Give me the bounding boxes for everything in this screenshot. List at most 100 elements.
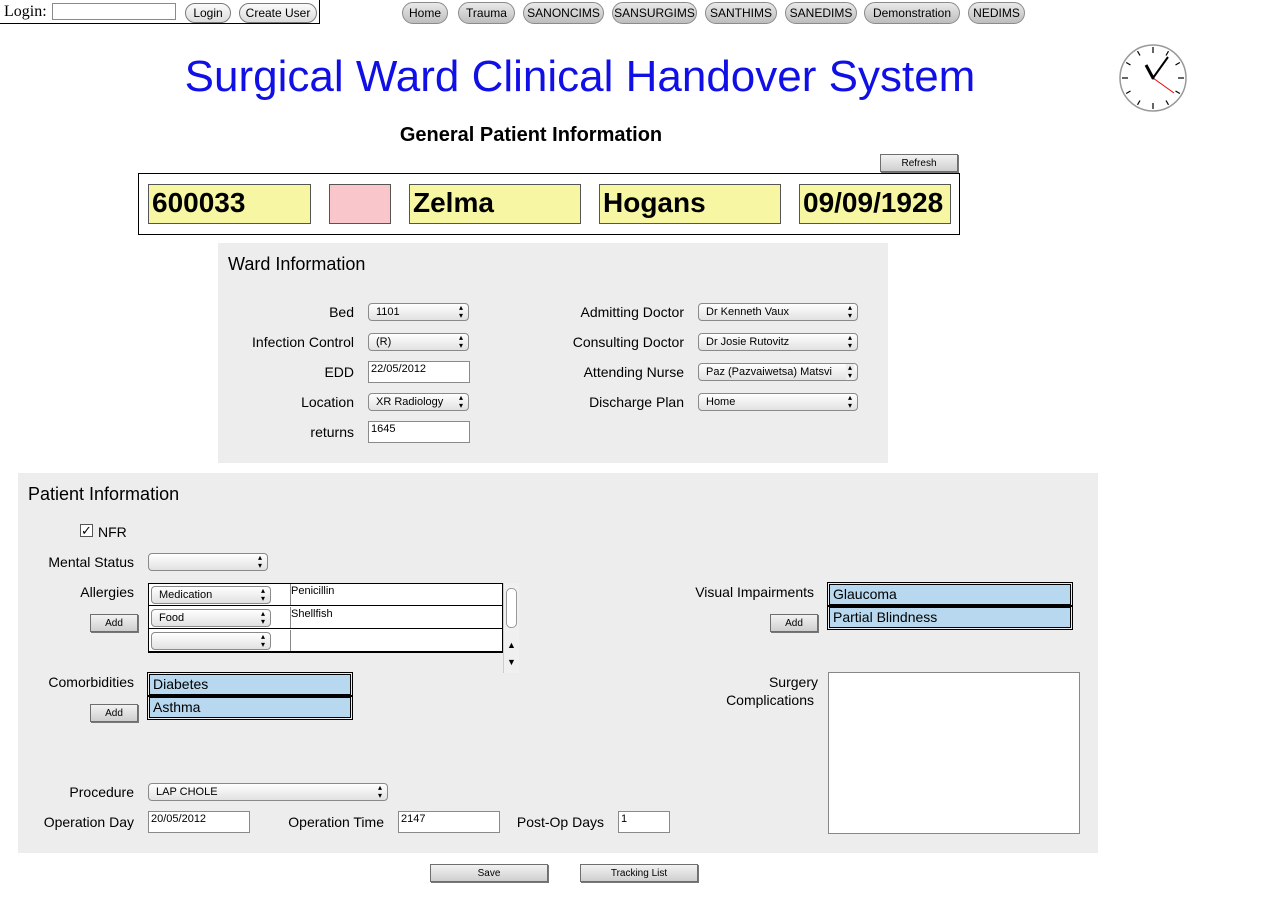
location-value: XR Radiology bbox=[376, 396, 444, 408]
table-row: Medication ▴ ▾ Penicillin bbox=[149, 584, 502, 606]
operation-time-input[interactable]: 2147 bbox=[398, 811, 500, 833]
select-arrows-icon: ▴ ▾ bbox=[257, 553, 262, 570]
consulting-doctor-select[interactable]: Dr Josie Rutovitz ▴ ▾ bbox=[698, 333, 858, 351]
surgery-complications-textarea[interactable] bbox=[828, 672, 1080, 834]
save-button[interactable]: Save bbox=[430, 864, 548, 882]
page-title: Surgical Ward Clinical Handover System bbox=[184, 52, 976, 101]
mental-status-label: Mental Status bbox=[48, 554, 134, 570]
nav-trauma[interactable]: Trauma bbox=[458, 2, 515, 24]
bed-label: Bed bbox=[329, 304, 354, 320]
select-arrows-icon: ▴ ▾ bbox=[847, 303, 852, 320]
mental-status-select[interactable]: ▴ ▾ bbox=[148, 553, 268, 571]
discharge-plan-label: Discharge Plan bbox=[589, 394, 684, 410]
allergy-type-select[interactable]: Food ▴ ▾ bbox=[151, 609, 271, 627]
location-label: Location bbox=[301, 394, 354, 410]
select-arrows-icon: ▴ ▾ bbox=[847, 393, 852, 410]
edd-label: EDD bbox=[324, 364, 354, 380]
surgery-complications-label-1: Surgery bbox=[768, 674, 818, 690]
bed-value: 1101 bbox=[376, 306, 400, 318]
select-arrows-icon: ▴ ▾ bbox=[260, 609, 265, 626]
infection-control-label: Infection Control bbox=[252, 334, 354, 350]
select-arrows-icon: ▴ ▾ bbox=[458, 393, 463, 410]
select-arrows-icon: ▴ ▾ bbox=[458, 303, 463, 320]
nav-santhims[interactable]: SANTHIMS bbox=[705, 2, 777, 24]
post-op-days-input[interactable]: 1 bbox=[618, 811, 670, 833]
comorbidity-item[interactable]: Diabetes bbox=[147, 672, 353, 697]
select-arrows-icon: ▴ ▾ bbox=[458, 333, 463, 350]
admitting-doctor-select[interactable]: Dr Kenneth Vaux ▴ ▾ bbox=[698, 303, 858, 321]
procedure-value: LAP CHOLE bbox=[156, 786, 218, 798]
edd-input[interactable]: 22/05/2012 bbox=[368, 361, 470, 383]
allergies-table: Medication ▴ ▾ Penicillin Food ▴ ▾ Shellfish… bbox=[148, 583, 503, 653]
scroll-up-icon[interactable]: ▲ bbox=[507, 640, 516, 650]
login-button[interactable]: Login bbox=[185, 3, 231, 23]
visual-impairment-item[interactable]: Glaucoma bbox=[827, 582, 1073, 607]
admitting-doctor-label: Admitting Doctor bbox=[580, 304, 684, 320]
select-arrows-icon: ▴ ▾ bbox=[260, 632, 265, 649]
discharge-plan-select[interactable]: Home ▴ ▾ bbox=[698, 393, 858, 411]
infection-control-select[interactable]: (R) ▴ ▾ bbox=[368, 333, 469, 351]
checkmark-icon: ✓ bbox=[81, 523, 92, 538]
bed-select[interactable]: 1101 ▴ ▾ bbox=[368, 303, 469, 321]
add-visual-impairment-button[interactable]: Add bbox=[770, 614, 818, 632]
scrollbar-thumb[interactable] bbox=[506, 588, 517, 628]
nav-demonstration[interactable]: Demonstration bbox=[864, 2, 960, 24]
procedure-select[interactable]: LAP CHOLE ▴ ▾ bbox=[148, 783, 388, 801]
patient-info-title: Patient Information bbox=[28, 484, 180, 504]
consulting-doctor-value: Dr Josie Rutovitz bbox=[706, 336, 790, 348]
table-row: Food ▴ ▾ Shellfish bbox=[149, 607, 502, 629]
attending-nurse-select[interactable]: Paz (Pazvaiwetsa) Matsvi ▴ ▾ bbox=[698, 363, 858, 381]
add-comorbidity-button[interactable]: Add bbox=[90, 704, 138, 722]
operation-time-label: Operation Time bbox=[288, 814, 384, 830]
returns-input[interactable]: 1645 bbox=[368, 421, 470, 443]
allergy-value[interactable]: Shellfish bbox=[291, 608, 333, 620]
attending-nurse-label: Attending Nurse bbox=[583, 364, 684, 380]
operation-day-input[interactable]: 20/05/2012 bbox=[148, 811, 250, 833]
nav-sansurgims[interactable]: SANSURGIMS bbox=[612, 2, 697, 24]
allergies-label: Allergies bbox=[80, 584, 134, 600]
consulting-doctor-label: Consulting Doctor bbox=[572, 334, 684, 350]
table-row: ▴ ▾ bbox=[149, 630, 502, 652]
allergy-type-select[interactable]: Medication ▴ ▾ bbox=[151, 586, 271, 604]
allergies-scrollbar[interactable]: ▲ ▼ bbox=[503, 583, 519, 673]
nav-home[interactable]: Home bbox=[402, 2, 448, 24]
allergy-value[interactable]: Penicillin bbox=[291, 585, 334, 597]
ward-info-title: Ward Information bbox=[228, 254, 366, 274]
login-label: Login: bbox=[4, 3, 47, 20]
surgery-complications-label-2: Complications bbox=[726, 692, 814, 708]
select-arrows-icon: ▴ ▾ bbox=[847, 333, 852, 350]
nfr-label: NFR bbox=[98, 524, 127, 540]
allergy-type-value: Food bbox=[159, 612, 185, 624]
refresh-button[interactable]: Refresh bbox=[880, 154, 958, 172]
nav-nedims[interactable]: NEDIMS bbox=[968, 2, 1025, 24]
infection-control-value: (R) bbox=[376, 336, 392, 348]
post-op-days-label: Post-Op Days bbox=[516, 814, 604, 830]
divider bbox=[290, 630, 291, 651]
nav-sanoncims[interactable]: SANONCIMS bbox=[523, 2, 604, 24]
select-arrows-icon: ▴ ▾ bbox=[260, 586, 265, 603]
login-input[interactable] bbox=[52, 3, 176, 20]
create-user-button[interactable]: Create User bbox=[239, 3, 317, 23]
tracking-list-button[interactable]: Tracking List bbox=[580, 864, 698, 882]
select-arrows-icon: ▴ ▾ bbox=[377, 783, 382, 800]
comorbidity-item[interactable]: Asthma bbox=[147, 695, 353, 720]
discharge-plan-value: Home bbox=[706, 396, 736, 408]
visual-impairment-item[interactable]: Partial Blindness bbox=[827, 605, 1073, 630]
allergy-type-select[interactable]: ▴ ▾ bbox=[151, 632, 271, 650]
patient-last-name: Hogans bbox=[599, 184, 781, 224]
returns-label: returns bbox=[310, 424, 354, 440]
nav-sanedims[interactable]: SANEDIMS bbox=[785, 2, 857, 24]
admitting-doctor-value: Dr Kenneth Vaux bbox=[706, 306, 789, 318]
section-title: General Patient Information bbox=[399, 124, 663, 146]
allergy-type-value: Medication bbox=[159, 589, 213, 601]
scroll-down-icon[interactable]: ▼ bbox=[507, 657, 516, 667]
patient-flag bbox=[329, 184, 391, 224]
patient-dob: 09/09/1928 bbox=[799, 184, 951, 224]
nfr-checkbox[interactable]: ✓ bbox=[80, 524, 93, 537]
patient-first-name: Zelma bbox=[409, 184, 581, 224]
attending-nurse-value: Paz (Pazvaiwetsa) Matsvi bbox=[706, 366, 832, 378]
location-select[interactable]: XR Radiology ▴ ▾ bbox=[368, 393, 469, 411]
operation-day-label: Operation Day bbox=[43, 814, 134, 830]
select-arrows-icon: ▴ ▾ bbox=[846, 363, 854, 380]
add-allergy-button[interactable]: Add bbox=[90, 614, 138, 632]
